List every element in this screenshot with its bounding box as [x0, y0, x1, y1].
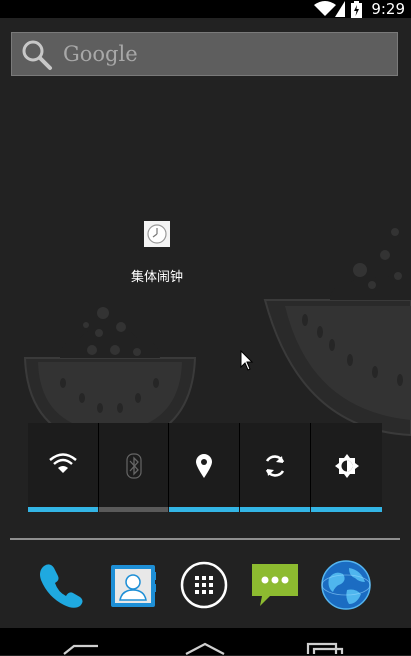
google-brand-text: Google: [63, 42, 138, 66]
location-icon: [196, 454, 212, 478]
navigation-bar: [0, 628, 411, 655]
dock-divider: [10, 538, 400, 540]
brightness-status-bar: [311, 507, 382, 512]
all-apps-icon[interactable]: [179, 560, 229, 610]
contacts-icon[interactable]: [108, 560, 158, 610]
wifi-status-bar: [28, 507, 98, 512]
google-search-bar[interactable]: Google: [11, 32, 398, 76]
recents-icon[interactable]: [306, 642, 346, 656]
sync-icon: [265, 455, 285, 477]
toggle-location[interactable]: [169, 423, 239, 512]
sync-status-bar: [240, 507, 310, 512]
clock-icon: [144, 221, 170, 247]
mouse-pointer-icon: [240, 350, 254, 371]
bluetooth-status-bar: [99, 507, 168, 512]
app-shortcut-group-alarm[interactable]: 集体闹钟: [112, 218, 202, 288]
toggle-brightness[interactable]: [311, 423, 382, 512]
wifi-icon: [49, 453, 77, 473]
browser-icon[interactable]: [321, 560, 371, 610]
power-control-widget: [28, 423, 382, 512]
bluetooth-icon: [125, 453, 142, 479]
messaging-icon[interactable]: [250, 560, 300, 610]
phone-icon[interactable]: [36, 560, 86, 610]
brightness-icon: [334, 454, 359, 478]
home-icon[interactable]: [184, 642, 226, 656]
app-shortcut-label: 集体闹钟: [130, 270, 183, 285]
toggle-bluetooth[interactable]: [99, 423, 168, 512]
toggle-wifi[interactable]: [28, 423, 98, 512]
back-icon[interactable]: [62, 642, 102, 656]
location-status-bar: [169, 507, 239, 512]
search-icon: [22, 40, 52, 70]
toggle-sync[interactable]: [240, 423, 310, 512]
wallpaper-watermelon: [23, 228, 411, 447]
